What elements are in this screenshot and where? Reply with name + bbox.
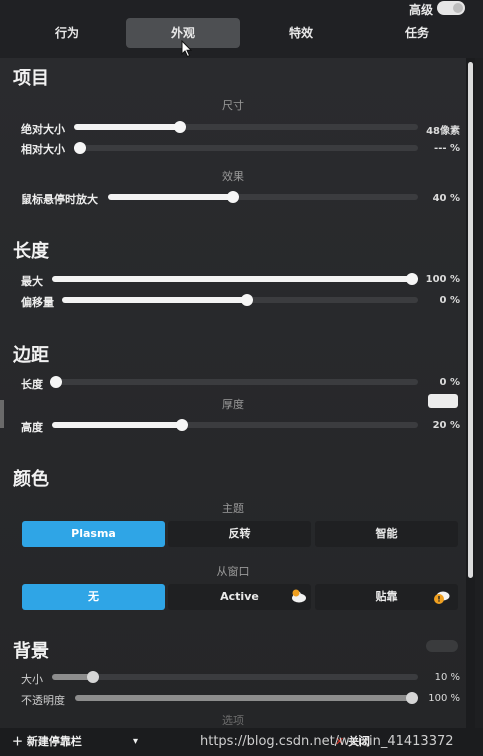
- theme-option-smart[interactable]: 智能: [315, 521, 458, 547]
- mouse-cursor-icon: [181, 40, 193, 58]
- effect-subheader: 效果: [222, 170, 244, 183]
- slider-handle[interactable]: [74, 142, 86, 154]
- warning-cloud-icon: [434, 591, 450, 604]
- height-value: 20 %: [432, 420, 460, 431]
- section-title-length: 长度: [13, 241, 49, 262]
- abs-size-label: 绝对大小: [21, 123, 65, 136]
- section-title-items: 项目: [13, 68, 49, 89]
- margin-length-value: 0 %: [439, 377, 460, 388]
- bg-size-label: 大小: [21, 673, 43, 686]
- abs-size-slider[interactable]: [74, 121, 418, 133]
- advanced-toggle[interactable]: [437, 1, 465, 15]
- bg-opacity-value: 100 %: [428, 693, 460, 704]
- tab-behavior[interactable]: 行为: [10, 18, 124, 48]
- advanced-label: 高级: [409, 3, 434, 17]
- options-subheader: 选项: [222, 714, 244, 727]
- margin-length-slider[interactable]: [50, 376, 418, 388]
- window-option-none[interactable]: 无: [22, 584, 165, 610]
- rel-size-label: 相对大小: [21, 143, 65, 156]
- section-title-background: 背景: [13, 641, 49, 662]
- slider-fill: [62, 297, 247, 303]
- new-dock-label: 新建停靠栏: [26, 735, 82, 748]
- hover-zoom-value: 40 %: [432, 193, 460, 204]
- offset-value: 0 %: [439, 295, 460, 306]
- warning-cloud-icon: [292, 589, 306, 603]
- tab-effects[interactable]: 特效: [244, 18, 358, 48]
- slider-fill: [74, 124, 180, 130]
- from-window-subheader: 从窗口: [216, 565, 250, 578]
- height-label: 高度: [21, 421, 43, 434]
- offset-slider[interactable]: [62, 294, 418, 306]
- max-length-value: 100 %: [425, 274, 460, 285]
- rel-size-slider[interactable]: [74, 142, 418, 154]
- scrollbar-thumb[interactable]: [468, 62, 473, 578]
- abs-size-value: 48像素: [426, 126, 460, 137]
- theme-option-reverse[interactable]: 反转: [168, 521, 311, 547]
- height-slider[interactable]: [52, 419, 418, 431]
- background-toggle[interactable]: [426, 640, 458, 652]
- slider-fill: [75, 695, 412, 701]
- offset-label: 偏移量: [21, 296, 54, 309]
- plus-icon: ＋: [12, 735, 23, 748]
- slider-fill: [52, 276, 412, 282]
- section-title-colors: 颜色: [13, 469, 49, 490]
- new-dock-button[interactable]: ＋ 新建停靠栏: [12, 728, 82, 756]
- chevron-down-icon[interactable]: ▾: [133, 728, 138, 756]
- thickness-toggle[interactable]: [428, 394, 458, 408]
- slider-fill: [108, 194, 234, 200]
- max-length-slider[interactable]: [52, 273, 418, 285]
- tab-tasks[interactable]: 任务: [360, 18, 474, 48]
- margin-length-label: 长度: [21, 378, 43, 391]
- hover-zoom-slider[interactable]: [108, 191, 418, 203]
- slider-fill: [52, 422, 182, 428]
- thickness-subheader: 厚度: [222, 398, 244, 411]
- bg-size-value: 10 %: [434, 672, 460, 683]
- slider-handle[interactable]: [240, 294, 253, 306]
- slider-handle[interactable]: [50, 376, 62, 388]
- section-title-margin: 边距: [13, 345, 49, 366]
- size-subheader: 尺寸: [222, 99, 244, 112]
- bg-opacity-slider[interactable]: [75, 692, 418, 704]
- slider-handle[interactable]: [173, 121, 186, 133]
- bg-opacity-label: 不透明度: [21, 694, 65, 707]
- slider-handle[interactable]: [175, 419, 188, 431]
- hover-zoom-label: 鼠标悬停时放大: [21, 193, 98, 206]
- theme-subheader: 主题: [222, 502, 244, 515]
- bg-size-slider[interactable]: [52, 671, 418, 683]
- max-length-label: 最大: [21, 275, 43, 288]
- settings-panel: [0, 58, 466, 728]
- watermark-text: https://blog.csdn.net/weixin_41413372: [200, 734, 454, 749]
- theme-option-plasma[interactable]: Plasma: [22, 521, 165, 547]
- rel-size-value: --- %: [434, 143, 460, 154]
